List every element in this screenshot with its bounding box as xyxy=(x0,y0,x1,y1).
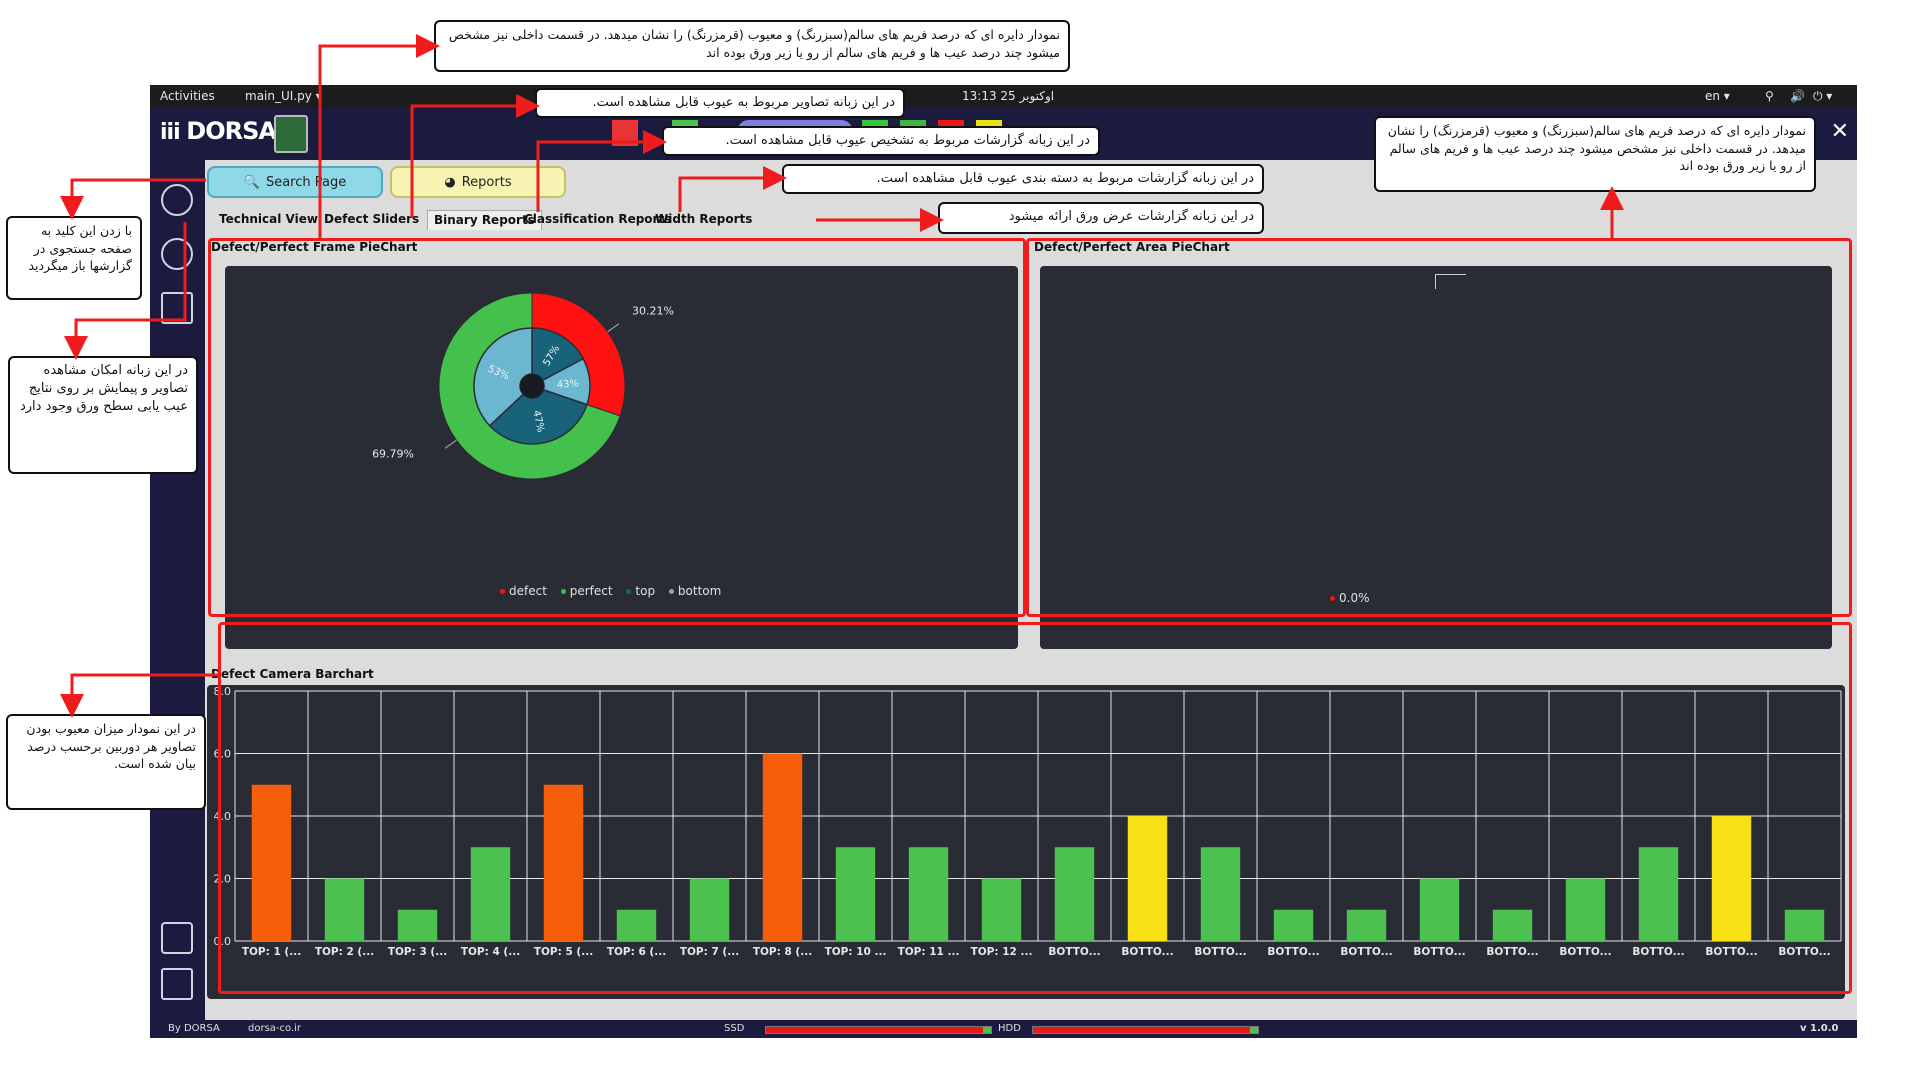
brand-logo: iii DORSA xyxy=(160,117,277,145)
search-icon: 🔍 xyxy=(243,174,260,190)
highlight-area-pie xyxy=(1026,238,1852,617)
language-selector[interactable]: en ▾ xyxy=(1705,89,1730,103)
status-bar: By DORSA dorsa-co.ir SSD HDD v 1.0.0 xyxy=(150,1020,1857,1038)
log-file-icon[interactable] xyxy=(161,968,193,1000)
settings-gear-icon[interactable] xyxy=(161,184,193,216)
tab-width-reports[interactable]: Width Reports xyxy=(649,210,758,230)
annotation-class-tab: در این زبانه گزارشات مربوط به دسته بندی … xyxy=(782,164,1264,194)
logo-badge-icon xyxy=(274,115,308,153)
annotation-width-tab: در این زبانه گزارشات عرض ورق ارائه میشود xyxy=(938,202,1264,234)
hdd-usage-bar xyxy=(1032,1026,1259,1034)
activities-button[interactable]: Activities xyxy=(160,89,215,103)
search-page-button[interactable]: 🔍 Search Page xyxy=(207,166,383,198)
annotation-area-pie: نمودار دایره ای که درصد فریم های سالم(سب… xyxy=(1374,116,1816,192)
reports-button[interactable]: ◕ Reports xyxy=(390,166,566,198)
site-link[interactable]: dorsa-co.ir xyxy=(248,1023,301,1034)
annotation-technical: در این زبانه امکان مشاهده تصاویر و پیمای… xyxy=(8,356,198,474)
ssd-usage-bar xyxy=(765,1026,992,1034)
database-icon[interactable] xyxy=(161,922,193,954)
by-label: By DORSA xyxy=(168,1023,220,1034)
hdd-free-segment xyxy=(1250,1027,1258,1033)
tab-technical-view[interactable]: Technical View xyxy=(213,210,324,230)
highlight-frame-pie xyxy=(208,238,1026,617)
hdd-label: HDD xyxy=(998,1023,1021,1034)
ssd-label: SSD xyxy=(724,1023,745,1034)
pie-chart-icon: ◕ xyxy=(444,174,456,190)
power-icon[interactable]: ⏻ ▾ xyxy=(1813,89,1832,104)
annotation-frame-pie: نمودار دایره ای که درصد فریم های سالم(سب… xyxy=(434,20,1070,72)
network-icon[interactable]: ⚲ xyxy=(1765,89,1774,103)
tab-defect-sliders[interactable]: Defect Sliders xyxy=(318,210,425,230)
ssd-free-segment xyxy=(983,1027,991,1033)
annotation-search: با زدن این کلید به صفحه جستجوی در گزارشه… xyxy=(6,216,142,300)
annotation-binary-tab: در این زبانه گزارشات مربوط به تشخیص عیوب… xyxy=(662,126,1100,156)
side-rail xyxy=(150,160,205,1020)
highlight-bar-chart xyxy=(218,622,1852,994)
reports-icon[interactable] xyxy=(161,292,193,324)
status-button-1[interactable] xyxy=(610,118,640,148)
robot-icon[interactable] xyxy=(161,238,193,270)
close-button[interactable]: ✕ xyxy=(1831,119,1849,144)
version-label: v 1.0.0 xyxy=(1800,1023,1839,1034)
app-menu[interactable]: main_UI.py ▾ xyxy=(245,89,322,103)
clock[interactable]: 13:13 25 اوکتوبر xyxy=(962,89,1054,103)
system-top-bar: Activities main_UI.py ▾ 13:13 25 اوکتوبر… xyxy=(150,85,1857,107)
volume-icon[interactable]: 🔊 xyxy=(1790,89,1805,103)
annotation-barchart: در این نمودار میزان معیوب بودن تصاویر هر… xyxy=(6,714,206,810)
annotation-images-tab: در این زبانه تصاویر مربوط به عیوب قابل م… xyxy=(535,88,905,118)
